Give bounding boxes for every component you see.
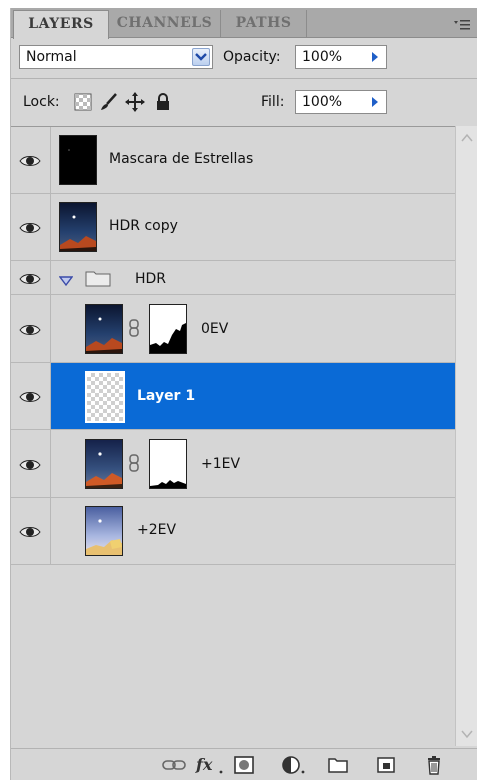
layer-row[interactable]: 0EV: [11, 295, 455, 363]
panel-menu-icon[interactable]: [454, 16, 470, 30]
layer-name: 0EV: [201, 321, 229, 337]
lock-row: Lock: Fill: 100%: [11, 86, 477, 120]
layer-thumbnail: [59, 135, 97, 185]
chevron-down-icon[interactable]: [192, 48, 210, 66]
lock-transparency-icon[interactable]: [73, 92, 93, 112]
layers-list: Mascara de Estrellas HDR copy HDR 0EV La…: [11, 126, 455, 746]
visibility-cell[interactable]: [11, 261, 51, 294]
brush-icon[interactable]: [99, 92, 119, 112]
layer-row[interactable]: HDR copy: [11, 194, 455, 261]
layer-name: HDR: [135, 271, 167, 287]
tab-paths[interactable]: PATHS: [221, 10, 307, 38]
opacity-value: 100%: [302, 49, 343, 65]
layers-scrollbar[interactable]: [455, 126, 477, 746]
eye-icon[interactable]: [19, 457, 41, 471]
new-group-icon[interactable]: [327, 755, 349, 775]
layer-row[interactable]: +2EV: [11, 498, 455, 565]
divider: [11, 78, 477, 79]
layers-panel: LAYERS CHANNELS PATHS Normal Opacity: 10…: [10, 8, 477, 780]
layer-group-row[interactable]: HDR: [11, 261, 455, 295]
visibility-cell[interactable]: [11, 127, 51, 193]
opacity-field[interactable]: 100%: [295, 45, 387, 69]
move-icon[interactable]: [125, 92, 145, 112]
chain-link-icon[interactable]: [128, 319, 140, 337]
blend-mode-select[interactable]: Normal: [19, 45, 213, 69]
folder-icon: [85, 269, 111, 287]
layer-name: +1EV: [201, 456, 241, 472]
lock-icon[interactable]: [153, 92, 173, 112]
layer-thumbnail-transparent: [85, 371, 125, 423]
layer-row[interactable]: Mascara de Estrellas: [11, 127, 455, 194]
visibility-cell[interactable]: [11, 363, 51, 429]
tab-layers[interactable]: LAYERS: [13, 10, 109, 39]
svg-text:fx: fx: [195, 755, 213, 774]
eye-icon[interactable]: [19, 322, 41, 336]
scroll-down-icon[interactable]: [459, 726, 475, 740]
triangle-down-icon[interactable]: [58, 272, 74, 287]
adjustment-layer-icon[interactable]: [281, 755, 307, 775]
trash-icon[interactable]: [423, 755, 445, 775]
eye-icon[interactable]: [19, 153, 41, 167]
eye-icon[interactable]: [19, 220, 41, 234]
visibility-cell[interactable]: [11, 430, 51, 497]
opacity-label: Opacity:: [223, 49, 281, 65]
layer-thumbnail: [85, 439, 123, 489]
layer-thumbnail: [59, 202, 97, 252]
fill-label: Fill:: [261, 94, 285, 110]
layer-mask-thumbnail[interactable]: [149, 304, 187, 354]
opacity-arrow-icon[interactable]: [366, 48, 384, 66]
tab-channels[interactable]: CHANNELS: [109, 10, 221, 38]
chain-link-icon[interactable]: [128, 454, 140, 472]
tab-bar: LAYERS CHANNELS PATHS: [11, 8, 477, 39]
layers-bottom-toolbar: fx: [11, 748, 477, 780]
layer-name: +2EV: [137, 522, 177, 538]
fill-value: 100%: [302, 94, 343, 110]
blend-row: Normal Opacity: 100%: [11, 42, 477, 76]
lock-label: Lock:: [23, 94, 60, 110]
visibility-cell[interactable]: [11, 194, 51, 260]
fill-field[interactable]: 100%: [295, 90, 387, 114]
layer-row-selected[interactable]: Layer 1: [11, 363, 455, 430]
layer-thumbnail: [85, 304, 123, 354]
visibility-cell[interactable]: [11, 295, 51, 362]
scroll-up-icon[interactable]: [459, 130, 475, 144]
fx-icon[interactable]: fx: [195, 755, 225, 775]
visibility-cell[interactable]: [11, 498, 51, 564]
blend-mode-value: Normal: [26, 49, 77, 65]
eye-icon[interactable]: [19, 389, 41, 403]
fill-arrow-icon[interactable]: [366, 93, 384, 111]
layer-name: Mascara de Estrellas: [109, 151, 254, 167]
layer-mask-thumbnail[interactable]: [149, 439, 187, 489]
eye-icon[interactable]: [19, 524, 41, 538]
eye-icon[interactable]: [19, 271, 41, 285]
layer-name: HDR copy: [109, 218, 178, 234]
link-layers-icon[interactable]: [161, 755, 187, 775]
new-layer-icon[interactable]: [375, 755, 397, 775]
layer-name: Layer 1: [137, 388, 196, 404]
layer-thumbnail: [85, 506, 123, 556]
add-mask-icon[interactable]: [233, 755, 255, 775]
layer-row[interactable]: +1EV: [11, 430, 455, 498]
